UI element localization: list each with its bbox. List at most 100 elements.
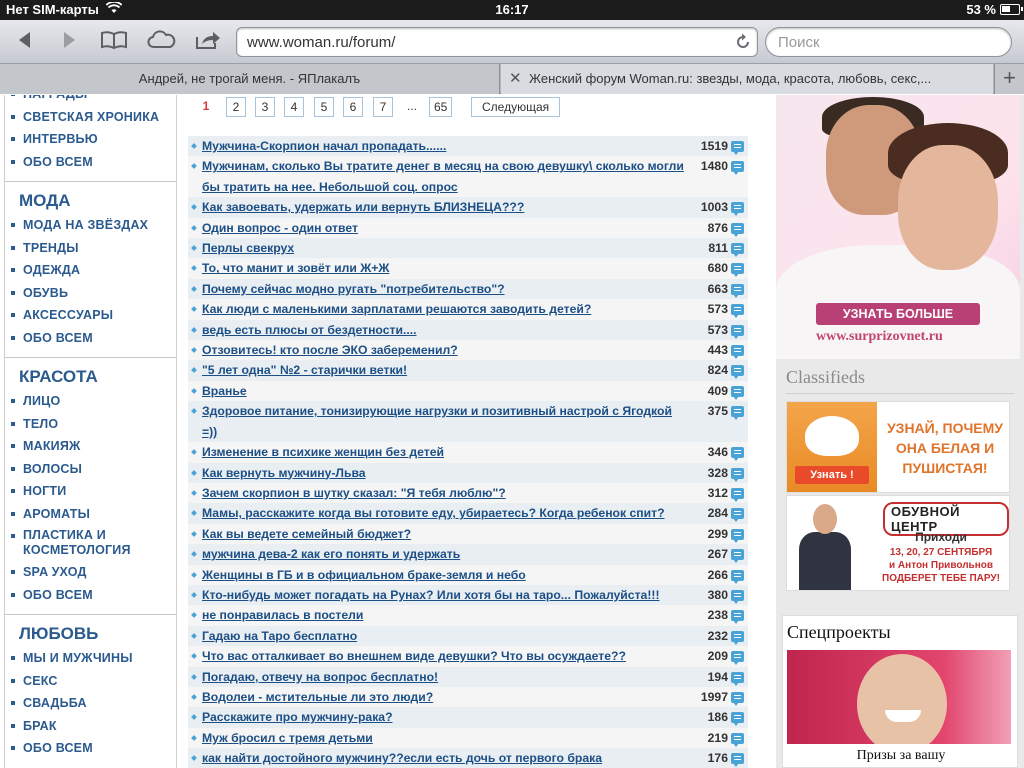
- nav-link-celebrity-news[interactable]: СВЕТСКАЯ ХРОНИКА: [5, 106, 176, 129]
- nav-link-awards[interactable]: НАГРАДЫ: [5, 95, 176, 106]
- nav-link-fashion-stars[interactable]: МОДА НА ЗВЁЗДАХ: [5, 214, 176, 237]
- nav-link-spa[interactable]: SPA УХОД: [5, 561, 176, 584]
- reply-count: 824: [707, 363, 728, 378]
- section-heading-beauty[interactable]: КРАСОТА: [5, 364, 176, 390]
- new-tab-button[interactable]: +: [994, 64, 1024, 94]
- topic-row: То, что манит и зовёт или Ж+Ж 680: [188, 258, 748, 279]
- page-link[interactable]: 2: [226, 97, 246, 117]
- topic-row: как найти достойного мужчину??если есть …: [188, 748, 748, 768]
- tab-yaplakal[interactable]: Андрей, не трогай меня. - ЯПлакалъ: [0, 64, 500, 94]
- nav-link-makeup[interactable]: МАКИЯЖ: [5, 435, 176, 458]
- topic-link[interactable]: как найти достойного мужчину??если есть …: [188, 748, 688, 768]
- banner-ad-frog[interactable]: Узнать ! УЗНАЙ, ПОЧЕМУ ОНА БЕЛАЯ И ПУШИС…: [786, 401, 1010, 493]
- section-heading-love[interactable]: ЛЮБОВЬ: [5, 621, 176, 647]
- topic-link[interactable]: "5 лет одна" №2 - старички ветки!: [188, 360, 688, 380]
- topic-link[interactable]: не понравилась в постели: [188, 605, 688, 625]
- topic-row: Мужчинам, сколько Вы тратите денег в мес…: [188, 156, 748, 198]
- topic-link[interactable]: Изменение в психике женщин без детей: [188, 442, 688, 462]
- topic-link[interactable]: Мужчинам, сколько Вы тратите денег в мес…: [188, 156, 688, 197]
- share-icon[interactable]: [194, 29, 222, 55]
- ad-button[interactable]: Узнать !: [795, 466, 869, 484]
- nav-link-fragrances[interactable]: АРОМАТЫ: [5, 503, 176, 526]
- browser-toolbar: www.woman.ru/forum/ Поиск: [0, 20, 1024, 64]
- topic-link[interactable]: То, что манит и зовёт или Ж+Ж: [188, 258, 688, 278]
- tab-woman-forum[interactable]: ✕ Женский форум Woman.ru: звезды, мода, …: [501, 64, 993, 94]
- reply-count: 219: [707, 730, 728, 745]
- learn-more-button[interactable]: УЗНАТЬ БОЛЬШЕ: [816, 303, 980, 325]
- nav-link-accessories[interactable]: АКСЕССУАРЫ: [5, 304, 176, 327]
- page-link[interactable]: 7: [373, 97, 393, 117]
- topic-link[interactable]: Как вернуть мужчину-Льва: [188, 463, 688, 483]
- topic-link[interactable]: ведь есть плюсы от бездетности....: [188, 320, 688, 340]
- nav-link-clothes[interactable]: ОДЕЖДА: [5, 259, 176, 282]
- topic-link[interactable]: Как люди с маленькими зарплатами решаютс…: [188, 299, 688, 319]
- comment-icon: [731, 304, 744, 319]
- topic-link[interactable]: Расскажите про мужчину-рака?: [188, 707, 688, 727]
- nav-link-plastic-cosmetology[interactable]: ПЛАСТИКА И КОСМЕТОЛОГИЯ: [5, 525, 176, 561]
- reply-count: 299: [707, 526, 728, 541]
- forward-arrow-icon[interactable]: [56, 29, 84, 55]
- topic-link[interactable]: Здоровое питание, тонизирующие нагрузки …: [188, 401, 688, 442]
- topic-link[interactable]: Мужчина-Скорпион начал пропадать......: [188, 136, 688, 156]
- topic-link[interactable]: Отзовитесь! кто после ЭКО забеременил?: [188, 340, 688, 360]
- ad-person-image: [795, 502, 855, 590]
- nav-link-love-about-all[interactable]: ОБО ВСЕМ: [5, 737, 176, 760]
- nav-link-trends[interactable]: ТРЕНДЫ: [5, 237, 176, 260]
- topic-link[interactable]: Один вопрос - один ответ: [188, 218, 688, 238]
- address-bar[interactable]: www.woman.ru/forum/: [236, 27, 758, 57]
- nav-link-sex[interactable]: СЕКС: [5, 670, 176, 693]
- banner-ad-couple[interactable]: УЗНАТЬ БОЛЬШЕ www.surprizovnet.ru: [776, 95, 1020, 359]
- topic-link[interactable]: Кто-нибудь может погадать на Рунах? Или …: [188, 585, 688, 605]
- topic-link[interactable]: Как завоевать, удержать или вернуть БЛИЗ…: [188, 197, 688, 217]
- page-link[interactable]: 5: [314, 97, 334, 117]
- nav-link-beauty-about-all[interactable]: ОБО ВСЕМ: [5, 584, 176, 607]
- reload-icon[interactable]: [735, 33, 751, 55]
- nav-link-marriage[interactable]: БРАК: [5, 715, 176, 738]
- icloud-icon[interactable]: [146, 29, 176, 55]
- nav-link-fashion-about-all[interactable]: ОБО ВСЕМ: [5, 327, 176, 350]
- topic-link[interactable]: Почему сейчас модно ругать "потребительс…: [188, 279, 688, 299]
- topic-link[interactable]: Что вас отталкивает во внешнем виде деву…: [188, 646, 688, 666]
- search-input[interactable]: Поиск: [765, 27, 1012, 57]
- page-link[interactable]: 4: [284, 97, 304, 117]
- left-navigation: НАГРАДЫ СВЕТСКАЯ ХРОНИКА ИНТЕРВЬЮ ОБО ВС…: [4, 95, 177, 768]
- nav-link-hair[interactable]: ВОЛОСЫ: [5, 458, 176, 481]
- section-heading-fashion[interactable]: МОДА: [5, 188, 176, 214]
- topic-link[interactable]: Гадаю на Таро бесплатно: [188, 626, 688, 646]
- comment-icon: [731, 222, 744, 237]
- topic-link[interactable]: Зачем скорпион в шутку сказал: "Я тебя л…: [188, 483, 688, 503]
- topic-link[interactable]: Мамы, расскажите когда вы готовите еду, …: [188, 503, 688, 523]
- topic-link[interactable]: Водолеи - мстительные ли это люди?: [188, 687, 688, 707]
- page-link[interactable]: 6: [343, 97, 363, 117]
- page-link-last[interactable]: 65: [429, 97, 453, 117]
- nav-link-body[interactable]: ТЕЛО: [5, 413, 176, 436]
- back-arrow-icon[interactable]: [10, 29, 38, 55]
- topic-link[interactable]: Погадаю, отвечу на вопрос бесплатно!: [188, 667, 688, 687]
- nav-link-face[interactable]: ЛИЦО: [5, 390, 176, 413]
- comment-icon: [731, 732, 744, 747]
- topic-link[interactable]: Как вы ведете семейный бюджет?: [188, 524, 688, 544]
- special-project-caption[interactable]: Призы за вашу: [783, 748, 1019, 764]
- close-icon[interactable]: ✕: [509, 64, 522, 94]
- reply-count: 346: [707, 445, 728, 460]
- topic-link[interactable]: Вранье: [188, 381, 688, 401]
- nav-link-wedding[interactable]: СВАДЬБА: [5, 692, 176, 715]
- nav-link-about-all[interactable]: ОБО ВСЕМ: [5, 151, 176, 174]
- banner-ad-shoe-center[interactable]: ОБУВНОЙ ЦЕНТР Приходи 13, 20, 27 СЕНТЯБР…: [786, 495, 1010, 591]
- page-link[interactable]: 3: [255, 97, 275, 117]
- topic-row: ведь есть плюсы от бездетности.... 573: [188, 319, 748, 341]
- topic-link[interactable]: Муж бросил с тремя детьми: [188, 728, 688, 748]
- nav-link-shoes[interactable]: ОБУВЬ: [5, 282, 176, 305]
- comment-icon: [731, 589, 744, 604]
- bookmarks-icon[interactable]: [100, 29, 128, 55]
- reply-count: 573: [707, 302, 728, 317]
- topic-link[interactable]: мужчина дева-2 как его понять и удержать: [188, 544, 688, 564]
- next-page-button[interactable]: Следующая: [471, 97, 561, 117]
- special-project-image[interactable]: [787, 650, 1011, 744]
- comment-icon: [731, 385, 744, 400]
- nav-link-interviews[interactable]: ИНТЕРВЬЮ: [5, 128, 176, 151]
- topic-link[interactable]: Перлы свекрух: [188, 238, 688, 258]
- topic-link[interactable]: Женщины в ГБ и в официальном браке-земля…: [188, 565, 688, 585]
- nav-link-we-and-men[interactable]: МЫ И МУЖЧИНЫ: [5, 647, 176, 670]
- nav-link-nails[interactable]: НОГТИ: [5, 480, 176, 503]
